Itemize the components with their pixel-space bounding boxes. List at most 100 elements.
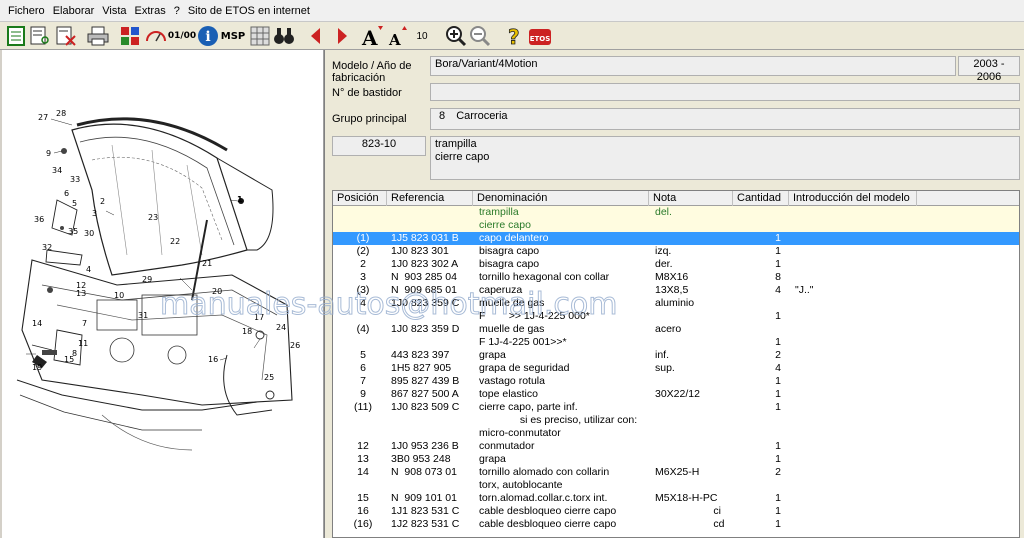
font-smaller-icon[interactable]: A bbox=[386, 24, 410, 48]
cell-posicion: 12 bbox=[357, 440, 369, 452]
table-row[interactable]: 5 443 823 397 grapa inf. 2 bbox=[333, 349, 1019, 362]
col-denominacion[interactable]: Denominación bbox=[473, 191, 649, 206]
table-row[interactable]: 7 895 827 439 B vastago rotula 1 bbox=[333, 375, 1019, 388]
callout-30[interactable]: 30 bbox=[84, 230, 94, 238]
table-row[interactable]: (4) 1J0 823 359 D muelle de gas acero bbox=[333, 323, 1019, 336]
callout-36[interactable]: 36 bbox=[34, 216, 44, 224]
previous-arrow-icon[interactable] bbox=[304, 24, 328, 48]
col-cantidad[interactable]: Cantidad bbox=[733, 191, 789, 206]
vin-field[interactable] bbox=[430, 83, 1020, 101]
cell-cantidad: 4 bbox=[775, 362, 781, 374]
callout-25[interactable]: 25 bbox=[264, 374, 274, 382]
table-row[interactable]: 12 1J0 953 236 B conmutador 1 bbox=[333, 440, 1019, 453]
table-row[interactable]: 14 N 908 073 01 tornillo alomado con colla… bbox=[333, 466, 1019, 479]
col-posicion[interactable]: Posición bbox=[333, 191, 387, 206]
table-row[interactable]: 2 1J0 823 302 A bisagra capo der. 1 bbox=[333, 258, 1019, 271]
menu-fichero[interactable]: Fichero bbox=[4, 5, 49, 17]
callout-35[interactable]: 35 bbox=[68, 228, 78, 236]
document-search-icon[interactable] bbox=[28, 24, 52, 48]
cell-posicion: 5 bbox=[360, 349, 366, 361]
table-row[interactable]: si es preciso, utilizar con: bbox=[333, 414, 1019, 427]
table-row-selected[interactable]: (1) 1J5 823 031 B capo delantero 1 bbox=[333, 232, 1019, 245]
callout-27[interactable]: 27 bbox=[38, 114, 48, 122]
callout-9[interactable]: 9 bbox=[46, 150, 51, 158]
table-row[interactable]: (16) 1J2 823 531 C cable desbloqueo cierre… bbox=[333, 518, 1019, 531]
ratio-icon[interactable]: 01/00 bbox=[168, 24, 196, 48]
callout-1[interactable]: 1 bbox=[237, 196, 243, 204]
info-icon[interactable]: i bbox=[196, 24, 220, 48]
col-introduccion[interactable]: Introducción del modelo bbox=[789, 191, 917, 206]
cell-cantidad: 1 bbox=[775, 505, 781, 517]
table-row[interactable]: (11) 1J0 823 509 C cierre capo, parte inf.… bbox=[333, 401, 1019, 414]
table-row[interactable]: (2) 1J0 823 301 bisagra capo izq. 1 bbox=[333, 245, 1019, 258]
table-row[interactable]: micro-conmutator bbox=[333, 427, 1019, 440]
callout-20[interactable]: 20 bbox=[212, 288, 222, 296]
callout-2[interactable]: 2 bbox=[100, 198, 105, 206]
grid-table-icon[interactable] bbox=[248, 24, 272, 48]
menu-extras[interactable]: Extras bbox=[131, 5, 170, 17]
callout-24[interactable]: 24 bbox=[276, 324, 286, 332]
callout-5[interactable]: 5 bbox=[72, 200, 77, 208]
callout-7[interactable]: 7 bbox=[82, 320, 87, 328]
etos-icon[interactable]: ETOS bbox=[528, 24, 552, 48]
col-referencia[interactable]: Referencia bbox=[387, 191, 473, 206]
table-row[interactable]: torx, autoblocante bbox=[333, 479, 1019, 492]
callout-11[interactable]: 11 bbox=[78, 340, 88, 348]
table-row[interactable]: 3 N 903 285 04 tornillo hexagonal con coll… bbox=[333, 271, 1019, 284]
callout-14[interactable]: 14 bbox=[32, 320, 42, 328]
callout-28[interactable]: 28 bbox=[56, 110, 66, 118]
callout-13[interactable]: 13 bbox=[76, 290, 86, 298]
msp-button[interactable]: MSP bbox=[220, 24, 246, 48]
font-larger-icon[interactable]: A bbox=[360, 24, 384, 48]
table-row[interactable]: 16 1J1 823 531 C cable desbloqueo cierre c… bbox=[333, 505, 1019, 518]
cell-posicion: (3) bbox=[356, 284, 370, 296]
callout-29[interactable]: 29 bbox=[142, 276, 152, 284]
callout-6[interactable]: 6 bbox=[64, 190, 69, 198]
callout-16[interactable]: 16 bbox=[208, 356, 218, 364]
callout-4[interactable]: 4 bbox=[86, 266, 91, 274]
table-row[interactable]: cierre capo bbox=[333, 219, 1019, 232]
callout-22[interactable]: 22 bbox=[170, 238, 180, 246]
table-row[interactable]: trampilla del. bbox=[333, 206, 1019, 219]
col-nota[interactable]: Nota bbox=[649, 191, 733, 206]
zoom-in-icon[interactable] bbox=[444, 24, 468, 48]
callout-17[interactable]: 17 bbox=[254, 314, 264, 322]
menu-elaborar[interactable]: Elaborar bbox=[49, 5, 99, 17]
callout-26[interactable]: 26 bbox=[290, 342, 300, 350]
callout-23[interactable]: 23 bbox=[148, 214, 158, 222]
table-row[interactable]: F 1J-4-225 001>>* 1 bbox=[333, 336, 1019, 349]
cell-nota: aluminio bbox=[655, 297, 695, 309]
document-cross-icon[interactable] bbox=[54, 24, 78, 48]
table-row[interactable]: (3) N 909 685 01 caperuza 13X8,5 4 "J.." bbox=[333, 284, 1019, 297]
next-arrow-icon[interactable] bbox=[330, 24, 354, 48]
table-row[interactable]: 6 1H5 827 905 grapa de seguridad sup. 4 bbox=[333, 362, 1019, 375]
table-row[interactable]: 9 867 827 500 A tope elastico 30X22/12 1 bbox=[333, 388, 1019, 401]
printer-icon[interactable] bbox=[86, 24, 110, 48]
callout-33[interactable]: 33 bbox=[70, 176, 80, 184]
zoom-out-icon[interactable] bbox=[468, 24, 492, 48]
table-row[interactable]: 13 3B0 953 248 grapa 1 bbox=[333, 453, 1019, 466]
document-list-icon[interactable] bbox=[4, 24, 28, 48]
callout-19[interactable]: 19 bbox=[32, 364, 42, 372]
table-row[interactable]: F >> 1J-4-225 000* 1 bbox=[333, 310, 1019, 323]
table-row[interactable]: 15 N 909 101 01 torn.alomad.collar.c.torx … bbox=[333, 492, 1019, 505]
callout-10[interactable]: 10 bbox=[114, 292, 124, 300]
color-grid-icon[interactable] bbox=[118, 24, 142, 48]
table-row[interactable]: 4 1J0 823 359 C muelle de gas aluminio bbox=[333, 297, 1019, 310]
parts-diagram[interactable]: 27 28 9 34 33 2 3 36 35 32 23 22 30 1 12… bbox=[2, 50, 324, 538]
menu-etos-website[interactable]: Sito de ETOS en internet bbox=[184, 5, 314, 17]
binoculars-icon[interactable] bbox=[272, 24, 296, 48]
callout-21[interactable]: 21 bbox=[202, 260, 212, 268]
menu-help[interactable]: ? bbox=[170, 5, 184, 17]
callout-34[interactable]: 34 bbox=[52, 167, 62, 175]
cell-posicion: 9 bbox=[360, 388, 366, 400]
callout-8[interactable]: 8 bbox=[72, 350, 77, 358]
menu-vista[interactable]: Vista bbox=[98, 5, 130, 17]
callout-32[interactable]: 32 bbox=[42, 244, 52, 252]
callout-3[interactable]: 3 bbox=[92, 210, 97, 218]
callout-31[interactable]: 31 bbox=[138, 312, 148, 320]
callout-18[interactable]: 18 bbox=[242, 328, 252, 336]
gauge-icon[interactable] bbox=[144, 24, 168, 48]
help-icon[interactable]: ? bbox=[502, 24, 526, 48]
model-field: Bora/Variant/4Motion bbox=[430, 56, 956, 76]
